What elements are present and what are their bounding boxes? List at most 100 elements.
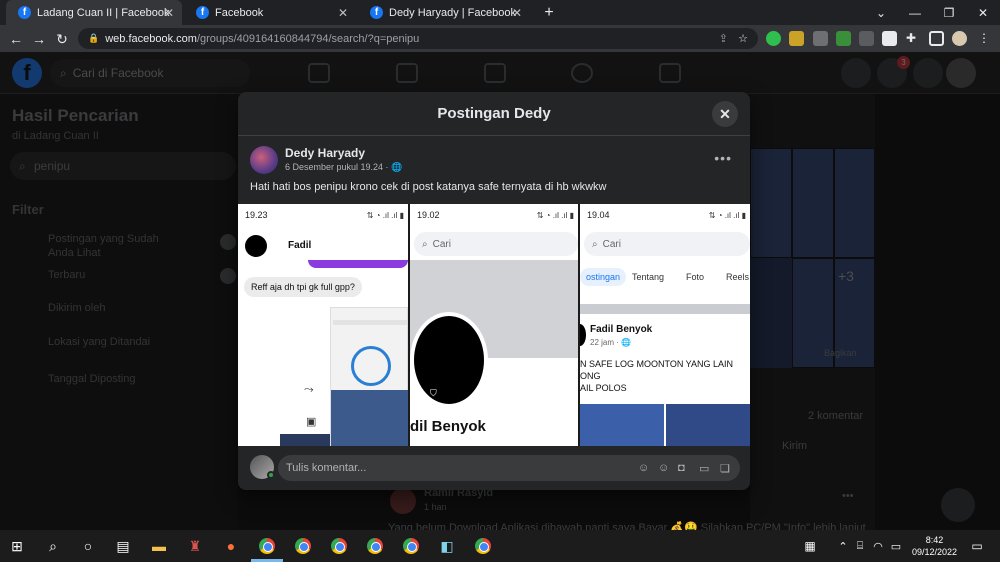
avatar-sticker-icon[interactable]: ☺	[638, 462, 649, 474]
tab-ladang-cuan[interactable]: f Ladang Cuan II | Facebook ✕	[6, 0, 182, 25]
post-author-name: Fadil Benyok	[590, 324, 653, 335]
search-icon[interactable]: ⌕	[43, 536, 63, 556]
file-explorer-icon[interactable]: ▬	[149, 536, 169, 556]
shield-extension-icon[interactable]	[813, 31, 828, 46]
notification-center-icon[interactable]: ▭	[967, 536, 987, 556]
tab-dedy-haryady[interactable]: f Dedy Haryady | Facebook ✕	[358, 0, 530, 25]
emoji-icon[interactable]: ☺	[658, 462, 669, 474]
comments-count[interactable]: 2 komentar	[808, 410, 863, 422]
forward-button[interactable]: →	[29, 29, 49, 49]
extensions-puzzle-icon[interactable]: ✚	[906, 31, 921, 46]
extension-colorful-icon[interactable]	[836, 31, 851, 46]
filter-seen-posts[interactable]: Postingan yang Sudah Anda Lihat	[48, 232, 178, 260]
chrome-icon[interactable]	[365, 536, 385, 556]
shared-screenshot-bar	[333, 320, 407, 325]
url-host: web.facebook.com	[105, 32, 197, 45]
game-app-icon[interactable]: ♜	[185, 536, 205, 556]
post-photo-collage[interactable]: 19.23 ⇅ ◔ .ıl .ıl ▮ Fadil Reff aja dh tp…	[238, 204, 750, 446]
close-window-button[interactable]: ✕	[966, 0, 1000, 25]
chrome-icon[interactable]	[401, 536, 421, 556]
messenger-icon[interactable]: 3	[877, 56, 910, 88]
share-label[interactable]: Bagikan	[824, 348, 857, 358]
restore-button[interactable]: ❐	[932, 0, 966, 25]
tab-search-icon[interactable]: ⌄	[864, 0, 898, 25]
filter-heading: Filter	[12, 202, 44, 217]
filter-recent[interactable]: Terbaru	[48, 268, 178, 282]
clock-date: 09/12/2022	[912, 547, 958, 557]
cortana-icon[interactable]: ○	[78, 536, 98, 556]
camera-icon[interactable]: ◘	[678, 462, 685, 474]
facebook-favicon-icon: f	[18, 6, 31, 19]
extension-gray-icon[interactable]	[859, 31, 874, 46]
profile-avatar[interactable]	[952, 31, 967, 46]
close-tab-icon[interactable]: ✕	[338, 6, 348, 20]
back-button[interactable]: ←	[6, 29, 26, 49]
keyboard-icon[interactable]: ▦	[800, 536, 820, 556]
gif-icon[interactable]: ▭	[699, 462, 709, 475]
send-label[interactable]: Kirim	[782, 440, 807, 452]
comment-input[interactable]: Tulis komentar...	[278, 455, 740, 481]
post-image-grid[interactable]	[750, 148, 875, 368]
network-icon[interactable]: ⌸	[850, 536, 870, 556]
chrome-icon[interactable]	[473, 536, 493, 556]
home-icon[interactable]	[308, 63, 330, 83]
chrome-icon[interactable]	[293, 536, 313, 556]
grid-image	[834, 148, 875, 258]
address-bar[interactable]: 🔒 web.facebook.com /groups/4091641608447…	[78, 28, 758, 49]
watch-icon[interactable]	[396, 63, 418, 83]
facebook-logo-icon[interactable]: f	[12, 58, 42, 88]
windows-start-icon[interactable]: ⊞	[7, 536, 27, 556]
results-subtitle: di Ladang Cuan II	[12, 130, 99, 142]
marketplace-icon[interactable]	[484, 63, 506, 83]
wifi-icon[interactable]: ◠	[868, 536, 888, 556]
post-date[interactable]: 6 Desember pukul 19.24 · 🌐	[285, 162, 402, 173]
extension-green-icon[interactable]	[766, 31, 781, 46]
sticker-icon[interactable]: ❏	[720, 462, 730, 475]
tab-facebook[interactable]: f Facebook ✕	[184, 0, 356, 25]
author-avatar[interactable]	[250, 146, 278, 174]
group-search-input[interactable]: ⌕ penipu	[10, 152, 236, 180]
side-panel-icon[interactable]	[929, 31, 944, 46]
post-author-name[interactable]: Dedy Haryady	[285, 146, 365, 160]
firefox-icon[interactable]: ●	[221, 536, 241, 556]
post-options-icon[interactable]: •••	[714, 150, 732, 166]
tab-title: Ladang Cuan II | Facebook	[37, 6, 170, 19]
gaming-icon[interactable]	[659, 63, 681, 83]
bookmark-star-icon[interactable]: ☆	[738, 32, 748, 45]
chrome-icon[interactable]	[257, 536, 277, 556]
language-icon[interactable]: ▭	[886, 536, 906, 556]
filter-seen-toggle[interactable]	[220, 234, 236, 250]
comment-more-icon[interactable]: •••	[842, 490, 854, 502]
clock[interactable]: 8:42 09/12/2022	[912, 534, 957, 558]
reload-button[interactable]: ↻	[52, 29, 72, 49]
status-bar: 19.04 ⇅ ◔ .ıl .ıl ▮	[580, 204, 750, 226]
notifications-bell-icon[interactable]	[913, 58, 943, 88]
sent-message-bubble	[308, 260, 408, 268]
notes-app-icon[interactable]: ◧	[437, 536, 457, 556]
filter-tagged-location[interactable]: Lokasi yang Ditandai	[48, 335, 178, 349]
close-tab-icon[interactable]: ✕	[512, 6, 522, 20]
new-message-icon[interactable]	[941, 488, 975, 522]
extension-yellow-icon[interactable]	[789, 31, 804, 46]
new-tab-button[interactable]: +	[532, 0, 566, 25]
account-avatar[interactable]	[946, 58, 976, 88]
close-tab-icon[interactable]: ✕	[164, 6, 174, 20]
filter-recent-toggle[interactable]	[220, 268, 236, 284]
filter-date-posted[interactable]: Tanggal Diposting	[48, 372, 178, 386]
post-text: Hati hati bos penipu krono cek di post k…	[250, 181, 607, 193]
browser-menu-icon[interactable]: ⋮	[978, 31, 993, 46]
share-icon[interactable]: ⇪	[719, 32, 728, 45]
minimize-button[interactable]: —	[898, 0, 932, 25]
commenter-avatar[interactable]	[390, 488, 416, 514]
close-dialog-button[interactable]: ✕	[712, 101, 738, 127]
extension-white-icon[interactable]	[882, 31, 897, 46]
menu-grid-icon[interactable]	[841, 58, 871, 88]
status-bar: 19.23 ⇅ ◔ .ıl .ıl ▮	[238, 204, 408, 226]
tab-reels: Reels	[726, 272, 750, 282]
task-view-icon[interactable]: ▤	[113, 536, 133, 556]
tab-title: Facebook	[215, 6, 264, 19]
chrome-icon[interactable]	[329, 536, 349, 556]
facebook-search-input[interactable]: ⌕ Cari di Facebook	[50, 59, 250, 87]
groups-icon[interactable]	[571, 63, 593, 83]
filter-posted-by[interactable]: Dikirim oleh	[48, 301, 178, 315]
